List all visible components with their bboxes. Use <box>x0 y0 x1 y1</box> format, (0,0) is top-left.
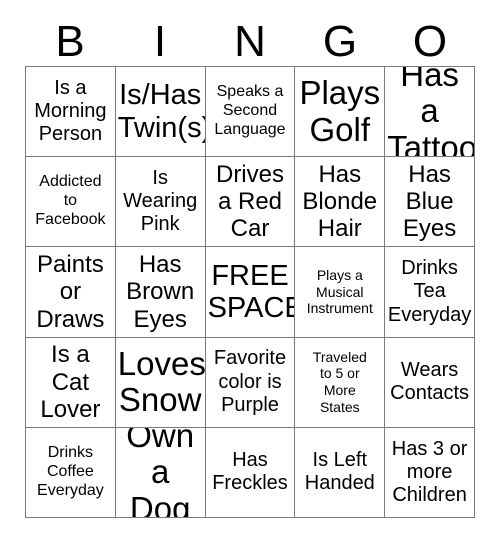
bingo-cell[interactable]: Wears Contacts <box>385 337 475 428</box>
bingo-cell[interactable]: Paints or Draws <box>26 247 116 338</box>
bingo-cell-label: Is/Has Twin(s) <box>117 79 206 144</box>
bingo-header: B I N G O <box>25 18 475 66</box>
bingo-cell[interactable]: Traveled to 5 or More States <box>295 337 386 428</box>
bingo-cell-label: Drinks Tea Everyday <box>387 257 472 326</box>
bingo-cell[interactable]: Has Brown Eyes <box>115 247 206 338</box>
bingo-cell[interactable]: Drinks Tea Everyday <box>385 247 475 338</box>
bingo-cell[interactable]: Plays a Musical Instrument <box>295 247 386 338</box>
bingo-cell[interactable]: Has Freckles <box>205 427 296 518</box>
bingo-cell[interactable]: Addicted to Facebook <box>26 157 116 248</box>
bingo-cell-label: Favorite color is Purple <box>213 347 287 416</box>
bingo-cell-label: Has a Tattoo <box>387 67 475 158</box>
bingo-cell[interactable]: Drives a Red Car <box>205 157 296 248</box>
bingo-cell[interactable]: Has a Tattoo <box>385 67 475 158</box>
bingo-card: B I N G O Is a Morning Person Is/Has Twi… <box>0 0 500 544</box>
bingo-cell-label: Drives a Red Car <box>215 160 284 243</box>
bingo-cell-label: Paints or Draws <box>36 250 105 333</box>
bingo-cell[interactable]: Is/Has Twin(s) <box>115 67 206 158</box>
bingo-cell-label: Is a Cat Lover <box>40 341 101 423</box>
bingo-cell-label: FREE SPACE <box>207 259 296 324</box>
bingo-cell-label: Own a Dog <box>126 427 195 518</box>
bingo-grid: Is a Morning Person Is/Has Twin(s) Speak… <box>25 66 475 518</box>
bingo-cell[interactable]: Drinks Coffee Everyday <box>26 427 116 518</box>
bingo-cell-label: Wears Contacts <box>390 359 470 405</box>
bingo-cell-label: Loves Snow <box>117 344 206 419</box>
bingo-cell[interactable]: Is Left Handed <box>295 427 386 518</box>
bingo-cell[interactable]: Has 3 or more Children <box>385 427 475 518</box>
bingo-cell[interactable]: Favorite color is Purple <box>205 337 296 428</box>
bingo-cell[interactable]: Is Wearing Pink <box>115 157 206 248</box>
header-letter-i: I <box>153 17 167 66</box>
bingo-cell[interactable]: Plays Golf <box>295 67 386 158</box>
bingo-cell[interactable]: Speaks a Second Language <box>205 67 296 158</box>
bingo-cell-label: Has Freckles <box>212 449 288 495</box>
header-letter-b: B <box>55 17 85 66</box>
bingo-cell-label: Traveled to 5 or More States <box>312 348 367 415</box>
bingo-cell-label: Drinks Coffee Everyday <box>37 444 104 499</box>
bingo-cell-label: Has Blue Eyes <box>402 160 457 243</box>
bingo-cell-label: Has Blonde Hair <box>302 160 378 243</box>
bingo-cell[interactable]: Is a Cat Lover <box>26 337 116 428</box>
bingo-cell[interactable]: Is a Morning Person <box>26 67 116 158</box>
bingo-cell[interactable]: Loves Snow <box>115 337 206 428</box>
header-letter-g: G <box>322 17 358 66</box>
bingo-cell-label: Addicted to Facebook <box>35 173 106 229</box>
header-letter-o: O <box>412 17 448 66</box>
bingo-cell-label: Speaks a Second Language <box>214 83 286 139</box>
bingo-cell-label: Is Left Handed <box>304 449 375 495</box>
bingo-cell[interactable]: Has Blue Eyes <box>385 157 475 248</box>
bingo-cell-free-space[interactable]: FREE SPACE <box>205 247 296 338</box>
bingo-cell-label: Plays a Musical Instrument <box>306 266 373 317</box>
bingo-cell-label: Is Wearing Pink <box>123 167 198 236</box>
bingo-cell-label: Has Brown Eyes <box>126 250 195 333</box>
bingo-cell[interactable]: Has Blonde Hair <box>295 157 386 248</box>
bingo-cell[interactable]: Own a Dog <box>115 427 206 518</box>
header-letter-n: N <box>234 17 266 66</box>
bingo-cell-label: Is a Morning Person <box>34 76 107 146</box>
bingo-cell-label: Has 3 or more Children <box>391 437 468 506</box>
bingo-cell-label: Plays Golf <box>299 74 381 148</box>
